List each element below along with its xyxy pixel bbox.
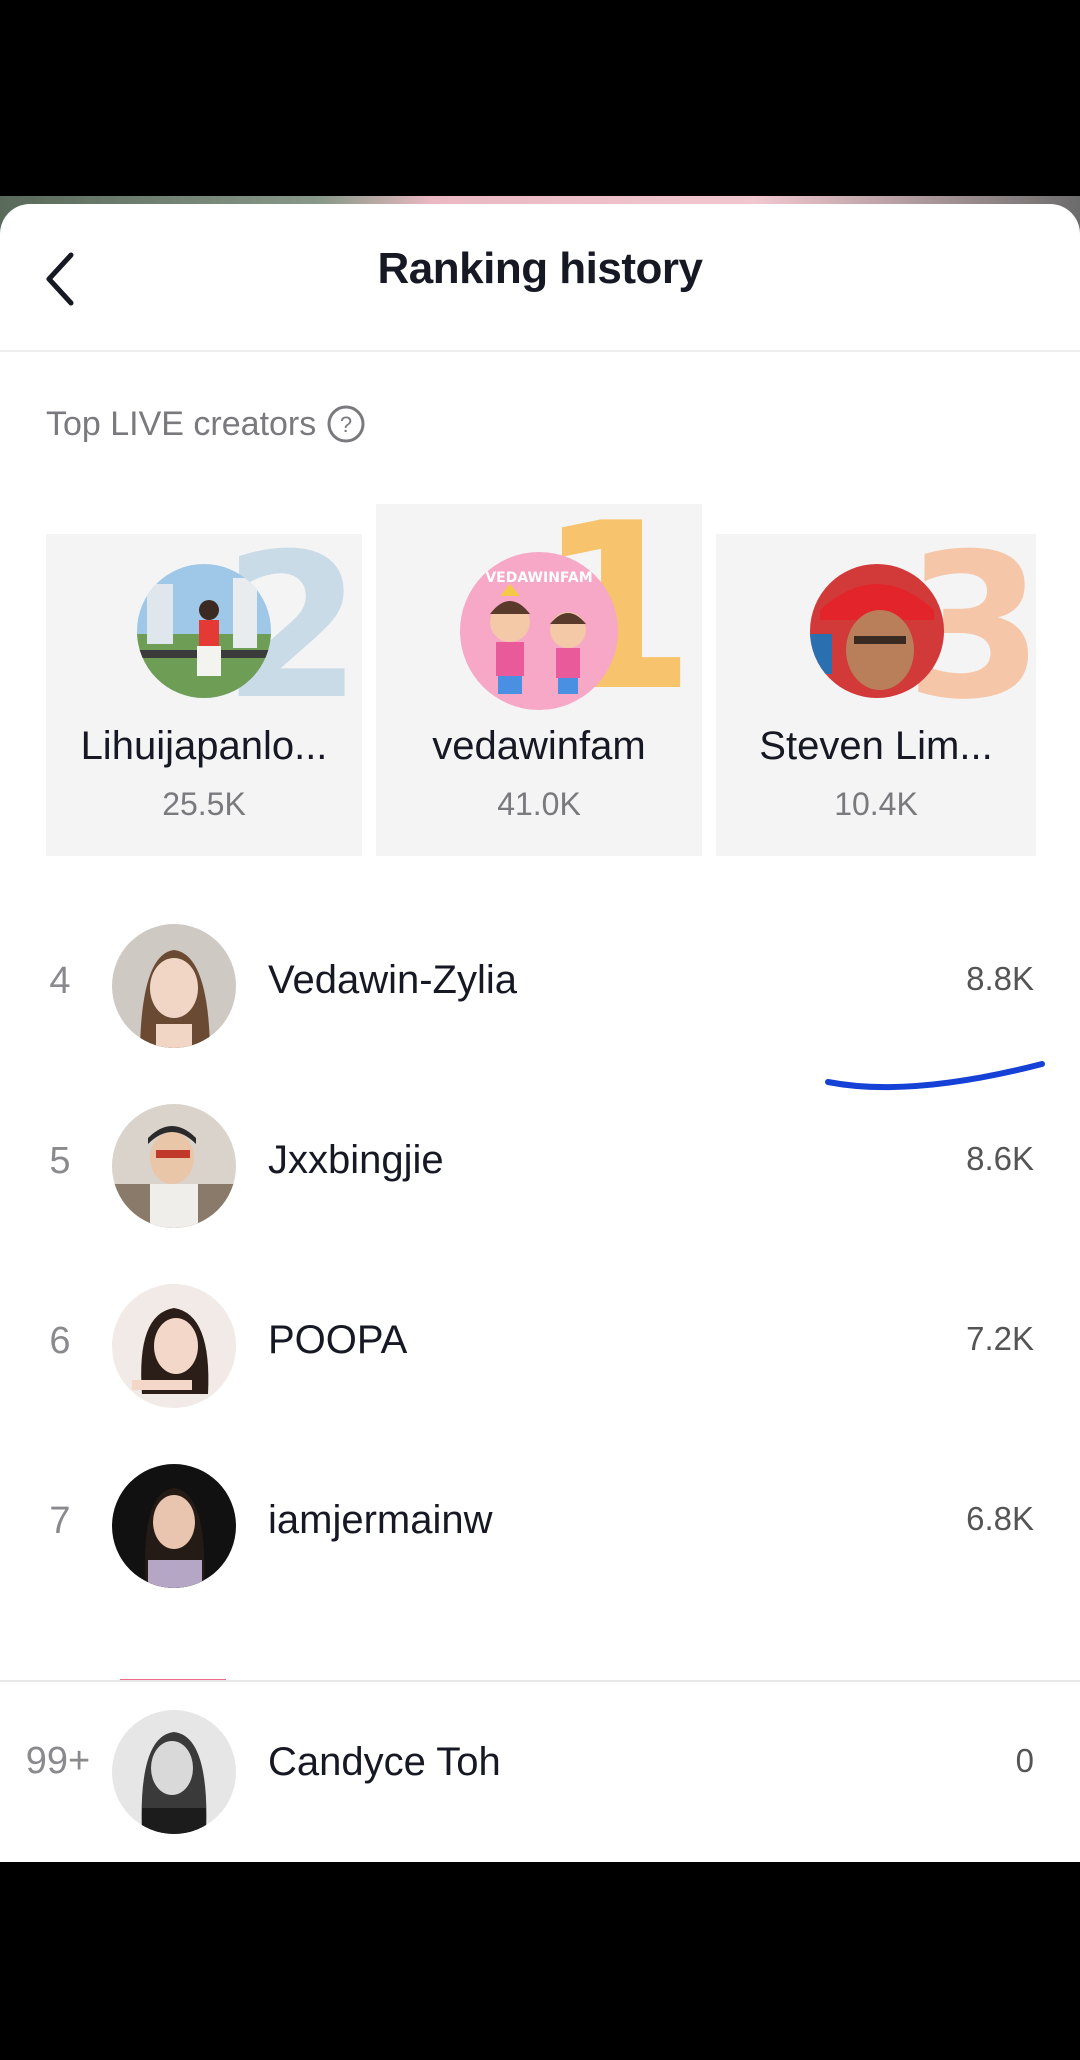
svg-text:VEDAWINFAM: VEDAWINFAM — [485, 570, 592, 586]
list-item[interactable]: 6 POOPA 7.2K — [0, 1274, 1080, 1414]
section-label: Top LIVE creators ? — [46, 404, 366, 444]
list-item[interactable]: 4 Vedawin-Zylia 8.8K — [0, 914, 1080, 1054]
podium-name: Lihuijapanlo... — [80, 724, 328, 768]
avatar — [137, 564, 271, 698]
podium-score: 25.5K — [162, 786, 246, 822]
svg-text:?: ? — [340, 412, 352, 437]
podium-score: 10.4K — [834, 786, 918, 822]
creator-name: Candyce Toh — [268, 1740, 501, 1784]
avatar — [810, 564, 944, 698]
ranking-history-sheet: Ranking history Top LIVE creators ? 2 Li… — [0, 204, 1080, 1862]
avatar — [112, 1284, 236, 1408]
podium-card-rank-1[interactable]: 1 VEDAWINFAM vedawinfam 41.0K — [376, 504, 702, 856]
rank-number: 99+ — [25, 1740, 91, 1782]
creator-score: 6.8K — [966, 1500, 1034, 1537]
creator-score: 8.8K — [966, 960, 1034, 997]
creator-name: iamjermainw — [268, 1498, 493, 1542]
avatar — [112, 1710, 236, 1834]
podium-card-rank-2[interactable]: 2 Lihuijapanlo... 25.5K — [46, 534, 362, 856]
section-label-text: Top LIVE creators — [46, 404, 317, 443]
podium-card-rank-3[interactable]: 3 Steven Lim... 10.4K — [716, 534, 1036, 856]
creator-score: 8.6K — [966, 1140, 1034, 1177]
header: Ranking history — [0, 204, 1080, 352]
rank-number: 4 — [49, 960, 71, 1002]
podium-score: 41.0K — [497, 786, 581, 822]
creator-score: 0 — [1015, 1742, 1034, 1779]
avatar — [112, 1464, 236, 1588]
rank-number: 6 — [49, 1320, 71, 1362]
avatar: VEDAWINFAM — [460, 552, 618, 710]
podium-name: Steven Lim... — [759, 724, 993, 768]
rank-number: 7 — [49, 1500, 71, 1542]
creator-score: 7.2K — [966, 1320, 1034, 1357]
avatar — [112, 924, 236, 1048]
podium-name: vedawinfam — [432, 724, 646, 768]
page-title: Ranking history — [377, 244, 704, 293]
list-item[interactable]: 7 iamjermainw 6.8K — [0, 1454, 1080, 1594]
help-icon[interactable]: ? — [326, 404, 366, 444]
my-rank-bar[interactable]: 99+ Candyce Toh 0 — [0, 1680, 1080, 1862]
rank-number: 5 — [49, 1140, 71, 1182]
list-item[interactable]: 5 Jxxbingjie 8.6K — [0, 1094, 1080, 1234]
avatar — [112, 1104, 236, 1228]
creator-name: POOPA — [268, 1318, 408, 1362]
creator-name: Vedawin-Zylia — [268, 958, 518, 1002]
creator-name: Jxxbingjie — [268, 1138, 444, 1182]
